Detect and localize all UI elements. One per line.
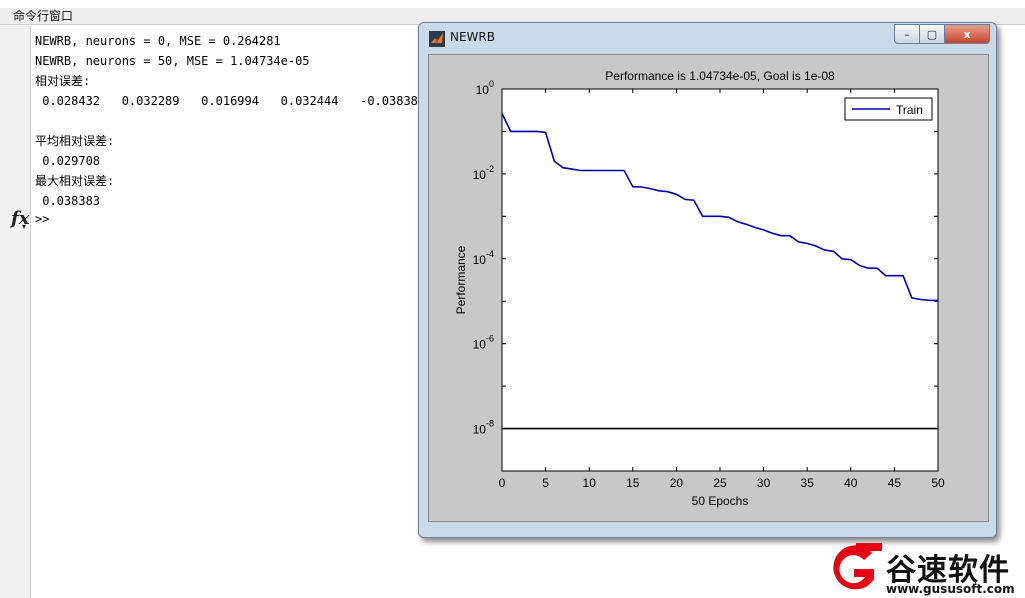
x-tick-label: 30 bbox=[757, 476, 771, 490]
performance-chart: Performance is 1.04734e-05, Goal is 1e-0… bbox=[454, 69, 945, 508]
watermark-url: www.gususoft.com bbox=[886, 582, 1015, 596]
figure-canvas: Performance is 1.04734e-05, Goal is 1e-0… bbox=[428, 54, 989, 522]
output-line: 最大相对误差: bbox=[35, 174, 115, 188]
output-line: 平均相对误差: bbox=[35, 134, 115, 148]
y-tick-label: 100 bbox=[476, 79, 494, 97]
chart-title: Performance is 1.04734e-05, Goal is 1e-0… bbox=[605, 69, 835, 83]
y-axis-label: Performance bbox=[454, 245, 468, 314]
x-tick-label: 20 bbox=[670, 476, 684, 490]
y-tick-label: 10-2 bbox=[473, 164, 494, 182]
window-title: NEWRB bbox=[450, 30, 495, 44]
newrb-figure-window[interactable]: NEWRB – ▢ x Performance is 1.04734e-05, … bbox=[418, 22, 997, 538]
command-window-gutter bbox=[0, 26, 31, 598]
x-tick-label: 10 bbox=[583, 476, 597, 490]
x-tick-label: 50 bbox=[931, 476, 945, 490]
x-axis-label: 50 Epochs bbox=[692, 494, 749, 508]
matlab-icon bbox=[429, 31, 445, 47]
x-tick-label: 5 bbox=[542, 476, 549, 490]
x-tick-label: 0 bbox=[499, 476, 506, 490]
plot-area bbox=[501, 88, 939, 472]
output-line: NEWRB, neurons = 0, MSE = 0.264281 bbox=[35, 34, 281, 48]
x-tick-label: 45 bbox=[888, 476, 902, 490]
watermark: 谷速软件 www.gususoft.com bbox=[826, 543, 1025, 598]
output-line: 0.028432 0.032289 0.016994 0.032444 -0.0… bbox=[35, 94, 426, 108]
y-tick-label: 10-6 bbox=[473, 334, 494, 352]
close-button[interactable]: x bbox=[945, 24, 990, 44]
x-tick-label: 25 bbox=[713, 476, 727, 490]
fx-function-browser-icon[interactable]: fx ▾ bbox=[11, 208, 29, 231]
legend-label: Train bbox=[896, 103, 923, 117]
command-prompt[interactable]: >> bbox=[35, 212, 49, 226]
gususoft-logo bbox=[833, 543, 882, 590]
y-tick-label: 10-4 bbox=[473, 249, 494, 267]
output-line: NEWRB, neurons = 50, MSE = 1.04734e-05 bbox=[35, 54, 310, 68]
x-tick-label: 15 bbox=[626, 476, 640, 490]
y-tick-label: 10-8 bbox=[473, 419, 494, 437]
x-tick-label: 40 bbox=[844, 476, 858, 490]
output-line: 0.038383 bbox=[35, 194, 101, 208]
x-tick-label: 35 bbox=[801, 476, 815, 490]
output-line: 相对误差: bbox=[35, 74, 91, 88]
command-output: NEWRB, neurons = 0, MSE = 0.264281 NEWRB… bbox=[35, 31, 425, 211]
maximize-button[interactable]: ▢ bbox=[920, 24, 945, 44]
minimize-button[interactable]: – bbox=[894, 24, 920, 44]
output-line: 0.029708 bbox=[35, 154, 101, 168]
